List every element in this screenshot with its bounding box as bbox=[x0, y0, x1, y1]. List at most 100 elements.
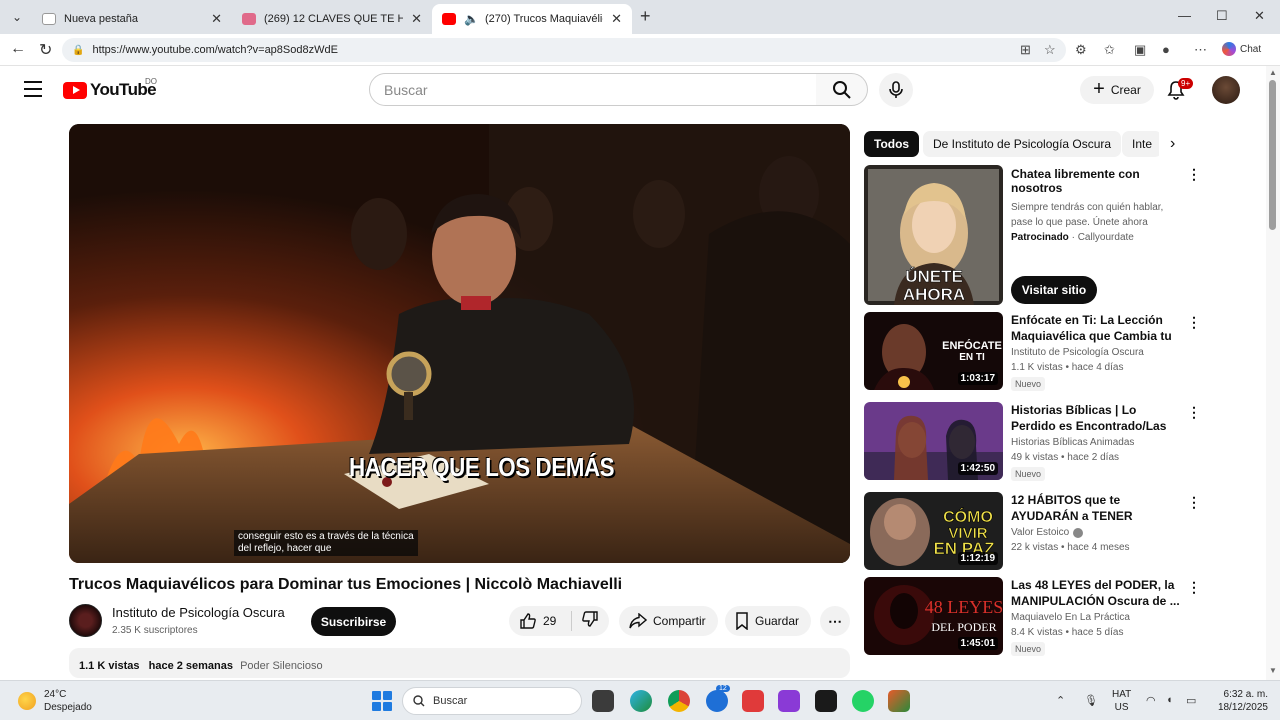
dislike-button[interactable] bbox=[572, 610, 599, 633]
minimize-icon[interactable]: — bbox=[1178, 8, 1191, 23]
scroll-down-icon[interactable]: ▼ bbox=[1269, 666, 1277, 675]
search-input[interactable]: Buscar bbox=[369, 73, 817, 106]
share-button[interactable]: Compartir bbox=[619, 606, 718, 636]
wps-office-icon[interactable] bbox=[742, 690, 764, 712]
messenger-icon[interactable] bbox=[706, 690, 728, 712]
close-window-icon[interactable]: ✕ bbox=[1254, 8, 1265, 24]
favorites-icon[interactable]: ✩ bbox=[1104, 42, 1115, 58]
recommendation-item[interactable]: 48 LEYES DEL PODER 1:45:01 Las 48 LEYES … bbox=[864, 577, 1204, 656]
sponsored-ad-card[interactable]: ÚNETE AHORA Chatea libremente con nosotr… bbox=[864, 165, 1204, 305]
site-info-icon[interactable]: 🔒 bbox=[72, 45, 84, 56]
system-clock[interactable]: 6:32 a. m. 18/12/2025 bbox=[1212, 688, 1268, 714]
close-tab-icon[interactable]: ✕ bbox=[611, 11, 622, 27]
tab-youtube-270[interactable]: 🔈 (270) Trucos Maquiavélicos pa ✕ bbox=[432, 4, 632, 34]
video-duration: 1:45:01 bbox=[957, 637, 998, 650]
recommendation-title[interactable]: Historias Bíblicas | Lo Perdido es Encon… bbox=[1011, 402, 1181, 434]
clock-date: 18/12/2025 bbox=[1217, 702, 1268, 713]
ad-thumbnail[interactable]: ÚNETE AHORA bbox=[864, 165, 1003, 305]
more-menu-icon[interactable]: ⋯ bbox=[1194, 42, 1207, 58]
close-tab-icon[interactable]: ✕ bbox=[211, 11, 222, 27]
more-options-icon[interactable]: ⋮ bbox=[1187, 314, 1201, 331]
apps-icon[interactable]: ⊞ bbox=[1020, 42, 1031, 58]
tab-new-tab[interactable]: Nueva pestaña ✕ bbox=[32, 4, 232, 34]
video-tag[interactable]: Poder Silencioso bbox=[240, 660, 323, 672]
more-options-icon[interactable]: ⋮ bbox=[1187, 494, 1201, 511]
chip-more[interactable]: Inte bbox=[1122, 131, 1159, 157]
language-indicator[interactable]: HAT US bbox=[1112, 688, 1131, 714]
voice-search-button[interactable] bbox=[879, 73, 913, 107]
edge-browser-icon[interactable] bbox=[630, 690, 652, 712]
create-button[interactable]: + Crear bbox=[1080, 76, 1154, 104]
reload-icon[interactable]: ↻ bbox=[39, 40, 52, 60]
extension-icon[interactable]: ⚙ bbox=[1075, 42, 1087, 58]
search-button[interactable] bbox=[816, 73, 868, 106]
twitch-icon[interactable] bbox=[778, 690, 800, 712]
scroll-up-icon[interactable]: ▲ bbox=[1269, 68, 1277, 77]
scrollbar-thumb[interactable] bbox=[1269, 80, 1276, 230]
tab-youtube-269[interactable]: (269) 12 CLAVES QUE TE HARÁN S ✕ bbox=[232, 4, 432, 34]
chip-channel[interactable]: De Instituto de Psicología Oscura bbox=[923, 131, 1122, 157]
close-tab-icon[interactable]: ✕ bbox=[411, 11, 422, 27]
video-thumbnail[interactable]: ENFÓCATE EN TI 1:03:17 bbox=[864, 312, 1003, 390]
video-player[interactable]: HACER QUE LOS DEMÁS conseguir esto es a … bbox=[69, 124, 850, 563]
favorite-star-icon[interactable]: ☆ bbox=[1044, 42, 1056, 58]
recommendation-channel: Instituto de Psicología Oscura bbox=[1011, 347, 1181, 358]
profile-icon[interactable]: ● bbox=[1162, 42, 1170, 57]
recommendation-title[interactable]: Las 48 LEYES del PODER, la MANIPULACIÓN … bbox=[1011, 577, 1181, 609]
channel-name[interactable]: Instituto de Psicología Oscura bbox=[112, 605, 285, 620]
speaker-icon[interactable]: 🔈 bbox=[464, 12, 479, 26]
recommendation-item[interactable]: ENFÓCATE EN TI 1:03:17 Enfócate en Ti: L… bbox=[864, 312, 1204, 391]
more-options-icon[interactable]: ⋮ bbox=[1187, 166, 1201, 183]
url-bar[interactable]: 🔒 https://www.youtube.com/watch?v=ap8Sod… bbox=[62, 38, 1066, 62]
menu-icon[interactable] bbox=[24, 81, 42, 97]
page-scrollbar[interactable]: ▲ ▼ bbox=[1266, 66, 1280, 680]
new-badge: Nuevo bbox=[1011, 377, 1046, 391]
ad-title[interactable]: Chatea libremente con nosotros bbox=[1011, 167, 1186, 195]
like-button[interactable]: 29 bbox=[509, 612, 571, 630]
address-toolbar: ← ↻ 🔒 https://www.youtube.com/watch?v=ap… bbox=[0, 34, 1280, 66]
save-button[interactable]: Guardar bbox=[725, 606, 812, 636]
app-icon[interactable] bbox=[888, 690, 910, 712]
recommendation-item[interactable]: 1:42:50 Historias Bíblicas | Lo Perdido … bbox=[864, 402, 1204, 481]
volume-icon[interactable]: ◖ bbox=[1166, 694, 1173, 706]
subscribe-button[interactable]: Suscribirse bbox=[311, 607, 396, 636]
maximize-icon[interactable]: ☐ bbox=[1216, 8, 1228, 24]
recommendation-title[interactable]: Enfócate en Ti: La Lección Maquiavélica … bbox=[1011, 312, 1181, 344]
sun-icon bbox=[18, 692, 36, 710]
copilot-chat-button[interactable]: Chat bbox=[1222, 42, 1261, 56]
video-thumbnail[interactable]: CÓMO VIVIR EN PAZ 1:12:19 bbox=[864, 492, 1003, 570]
taskbar-search[interactable]: Buscar bbox=[402, 687, 582, 715]
recommendation-title[interactable]: 12 HÁBITOS que te AYUDARÁN a TENER CONTR… bbox=[1011, 492, 1181, 524]
back-icon[interactable]: ← bbox=[10, 40, 26, 58]
channel-avatar[interactable] bbox=[69, 604, 102, 637]
youtube-logo[interactable]: YouTube DO bbox=[63, 77, 157, 100]
video-thumbnail[interactable]: 48 LEYES DEL PODER 1:45:01 bbox=[864, 577, 1003, 655]
recommendation-item[interactable]: CÓMO VIVIR EN PAZ 1:12:19 12 HÁBITOS que… bbox=[864, 492, 1204, 570]
chevron-up-icon[interactable]: ⌃ bbox=[1056, 694, 1065, 707]
video-thumbnail[interactable]: 1:42:50 bbox=[864, 402, 1003, 480]
visit-site-button[interactable]: Visitar sitio bbox=[1011, 276, 1097, 304]
task-view-icon[interactable] bbox=[592, 690, 614, 712]
wifi-icon[interactable]: ◠ bbox=[1146, 694, 1156, 707]
tab-title: (270) Trucos Maquiavélicos pa bbox=[484, 13, 603, 25]
chip-todos[interactable]: Todos bbox=[864, 131, 920, 157]
battery-icon[interactable]: ▭ bbox=[1186, 694, 1196, 707]
more-actions-icon[interactable]: ⋯ bbox=[820, 606, 850, 636]
chevron-right-icon[interactable]: › bbox=[1170, 135, 1175, 153]
weather-widget[interactable]: 24°C Despejado bbox=[18, 688, 92, 714]
whatsapp-icon[interactable] bbox=[852, 690, 874, 712]
new-tab-button[interactable]: + bbox=[640, 6, 651, 27]
more-options-icon[interactable]: ⋮ bbox=[1187, 404, 1201, 421]
svg-text:48 LEYES: 48 LEYES bbox=[925, 597, 1003, 617]
chrome-icon[interactable] bbox=[668, 690, 690, 712]
ad-sponsor-line: Patrocinado · Callyourdate bbox=[1011, 232, 1186, 243]
tab-actions-menu[interactable]: ⌄ bbox=[6, 7, 28, 27]
collections-icon[interactable]: ▣ bbox=[1134, 42, 1146, 58]
start-button[interactable] bbox=[372, 691, 392, 711]
capcut-icon[interactable] bbox=[815, 690, 837, 712]
ad-thumb-text: ÚNETE bbox=[905, 267, 963, 286]
description-box[interactable]: 1.1 K vistas hace 2 semanas Poder Silenc… bbox=[69, 648, 850, 678]
account-avatar[interactable] bbox=[1212, 76, 1240, 104]
microphone-icon[interactable]: 🎙 bbox=[1084, 694, 1098, 707]
more-options-icon[interactable]: ⋮ bbox=[1187, 579, 1201, 596]
